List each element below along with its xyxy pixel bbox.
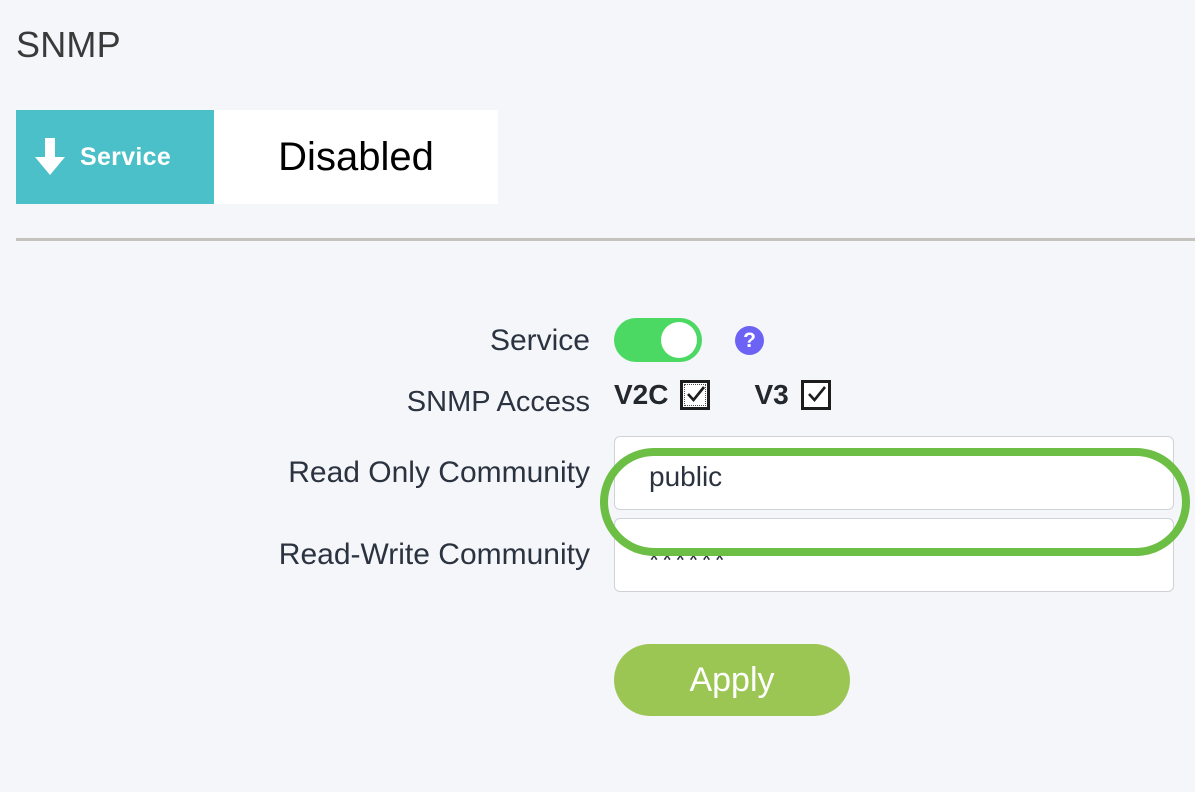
service-status-value-panel: Disabled xyxy=(214,110,498,204)
read-write-community-row: Read-Write Community xyxy=(0,518,1195,600)
snmp-access-control: V2C V3 xyxy=(590,380,1195,410)
arrow-down-icon xyxy=(34,138,66,176)
service-status-value: Disabled xyxy=(278,135,434,179)
snmp-access-option-v3-label: V3 xyxy=(754,379,789,410)
page-title: SNMP xyxy=(16,24,121,65)
service-toggle[interactable] xyxy=(614,318,702,362)
snmp-access-option-v2c: V2C xyxy=(614,379,711,410)
apply-button[interactable]: Apply xyxy=(614,644,850,716)
snmp-settings-form: Service ? SNMP Access V2C V3 Read Only C… xyxy=(0,318,1195,716)
read-only-community-row: Read Only Community xyxy=(0,436,1195,518)
snmp-access-label: SNMP Access xyxy=(406,386,590,418)
read-write-community-input[interactable] xyxy=(614,518,1174,592)
header-divider xyxy=(16,238,1195,241)
service-control: ? xyxy=(590,318,1195,362)
service-status-badge-label: Service xyxy=(80,142,172,171)
help-icon[interactable]: ? xyxy=(735,325,764,355)
apply-wrap: Apply xyxy=(590,644,1195,716)
read-only-community-label: Read Only Community xyxy=(288,456,590,489)
check-icon xyxy=(687,386,706,402)
service-status-badge: Service xyxy=(16,110,214,204)
snmp-access-checkbox-v2c[interactable] xyxy=(680,380,711,410)
apply-row: Apply xyxy=(0,644,1195,716)
service-toggle-knob xyxy=(661,322,697,358)
snmp-access-option-v3: V3 xyxy=(754,379,831,410)
read-write-community-label: Read-Write Community xyxy=(278,538,590,571)
snmp-access-option-v2c-label: V2C xyxy=(614,379,669,410)
service-row: Service ? xyxy=(0,318,1195,380)
snmp-access-row: SNMP Access V2C V3 xyxy=(0,380,1195,436)
read-only-community-input[interactable] xyxy=(614,436,1174,510)
snmp-access-checkbox-v3[interactable] xyxy=(800,380,831,410)
service-status-strip: Service Disabled xyxy=(16,110,498,204)
apply-spacer xyxy=(0,644,590,716)
read-write-community-control xyxy=(590,518,1195,592)
service-label: Service xyxy=(489,324,590,357)
read-only-community-control xyxy=(590,436,1195,510)
check-icon xyxy=(807,386,826,402)
